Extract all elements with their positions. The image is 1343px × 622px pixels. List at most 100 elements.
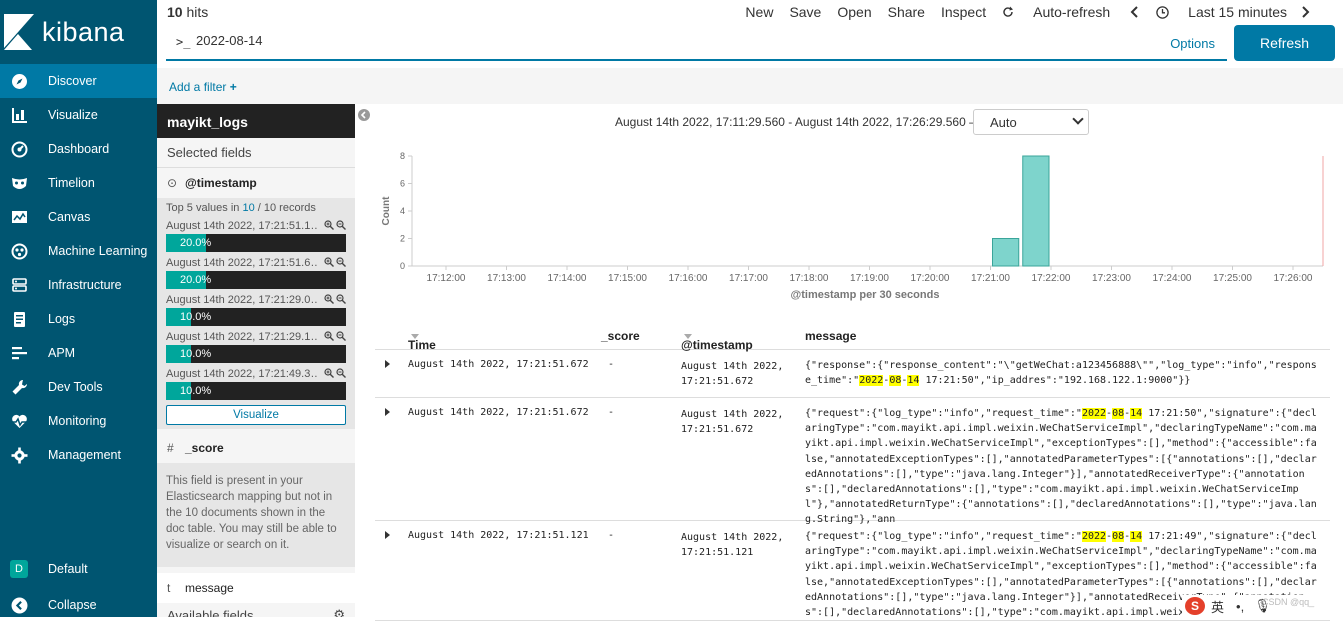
hits-count: 10 hits <box>167 4 209 20</box>
sidebar-item-machine-learning[interactable]: Machine Learning <box>0 234 157 268</box>
top-value-percent: 10.0% <box>180 311 212 323</box>
x-tick-label: 17:12:00 <box>427 273 466 284</box>
sidebar-item-label: Canvas <box>48 210 91 224</box>
field-name: message <box>185 581 234 595</box>
col-message-header[interactable]: message <box>805 329 856 343</box>
time-back-button[interactable] <box>1130 6 1142 18</box>
field-timestamp[interactable]: ⊙ @timestamp <box>157 168 355 198</box>
punctuation-icon[interactable]: •, <box>1236 599 1244 614</box>
space-badge: D <box>10 560 28 578</box>
nav-list: Discover Visualize Dashboard Timelion Canvas… <box>0 64 157 472</box>
filter-out-value-icon[interactable] <box>336 368 346 378</box>
sidebar-item-infrastructure[interactable]: Infrastructure <box>0 268 157 302</box>
sidebar-item-dashboard[interactable]: Dashboard <box>0 132 157 166</box>
top-value-row: August 14th 2022, 17:21:29.0… 10.0% <box>166 294 346 326</box>
timelion-mask-icon <box>10 174 28 192</box>
cell-timestamp: August 14th 2022, 17:21:51.121 <box>681 532 784 558</box>
filter-out-value-icon[interactable] <box>336 294 346 304</box>
sidebar-item-visualize[interactable]: Visualize <box>0 98 157 132</box>
refresh-button[interactable]: Refresh <box>1234 25 1335 61</box>
col-time-header[interactable]: Time <box>408 329 436 352</box>
menu-share[interactable]: Share <box>888 4 925 20</box>
expand-row-icon[interactable] <box>385 408 390 416</box>
filter-for-value-icon[interactable] <box>324 368 334 378</box>
sidebar-item-label: Infrastructure <box>48 278 122 292</box>
cell-time: August 14th 2022, 17:21:51.672 <box>408 359 589 370</box>
time-forward-button[interactable] <box>1301 6 1313 18</box>
sidebar-item-timelion[interactable]: Timelion <box>0 166 157 200</box>
space-label: Default <box>48 562 88 576</box>
wrench-icon <box>10 378 28 396</box>
y-tick-label: 4 <box>400 206 405 216</box>
logs-icon <box>10 310 28 328</box>
filter-out-value-icon[interactable] <box>336 220 346 230</box>
filter-for-value-icon[interactable] <box>324 257 334 267</box>
doc-table-header: Time _score @timestamp message <box>375 320 1330 352</box>
field-details-timestamp: Top 5 values in 10 / 10 records August 1… <box>157 198 355 429</box>
top5-summary: Top 5 values in 10 / 10 records <box>166 202 316 214</box>
expand-row-icon[interactable] <box>385 360 390 368</box>
time-picker[interactable]: Last 15 minutes <box>1156 4 1287 20</box>
top-value-row: August 14th 2022, 17:21:29.1… 10.0% <box>166 331 346 363</box>
sidebar-item-dev-tools[interactable]: Dev Tools <box>0 370 157 404</box>
add-filter-button[interactable]: Add a filter + <box>169 80 237 94</box>
interval-value: Auto <box>990 115 1017 130</box>
query-prompt-icon: >_ <box>176 35 191 49</box>
kibana-logo[interactable]: kibana <box>0 0 157 64</box>
top-value-percent: 10.0% <box>180 348 212 360</box>
visualize-button[interactable]: Visualize <box>166 405 346 425</box>
field-message[interactable]: t message <box>157 573 355 603</box>
table-row[interactable]: August 14th 2022, 17:21:51.672 - August 14… <box>375 350 1330 398</box>
sidebar-item-management[interactable]: Management <box>0 438 157 472</box>
filter-for-value-icon[interactable] <box>324 331 334 341</box>
table-row[interactable]: August 14th 2022, 17:21:51.672 - August 14… <box>375 398 1330 525</box>
x-axis-label: @timestamp per 30 seconds <box>791 289 940 301</box>
interval-select[interactable]: Auto <box>973 109 1089 135</box>
menu-inspect[interactable]: Inspect <box>941 4 986 20</box>
field-score[interactable]: # _score <box>157 433 355 463</box>
index-pattern-selector[interactable]: mayikt_logs <box>157 104 355 138</box>
menu-open[interactable]: Open <box>837 4 871 20</box>
top-value-percent: 20.0% <box>180 237 212 249</box>
ime-mode[interactable]: 英 <box>1211 597 1224 616</box>
refresh-icon <box>1003 6 1014 17</box>
search-input[interactable] <box>196 33 1096 48</box>
sidebar-item-label: Dashboard <box>48 142 110 156</box>
top-values-list: August 14th 2022, 17:21:51.1… 20.0% August… <box>166 220 346 400</box>
sidebar-item-logs[interactable]: Logs <box>0 302 157 336</box>
histogram-bar <box>992 238 1020 267</box>
top-value-row: August 14th 2022, 17:21:51.6… 20.0% <box>166 257 346 289</box>
arrow-left-circle-icon <box>10 596 28 614</box>
y-tick-label: 6 <box>400 179 405 189</box>
col-timestamp-header[interactable]: @timestamp <box>681 329 753 352</box>
filter-for-value-icon[interactable] <box>324 220 334 230</box>
infrastructure-icon <box>10 276 28 294</box>
filter-for-value-icon[interactable] <box>324 294 334 304</box>
x-tick-label: 17:15:00 <box>608 273 647 284</box>
sogou-icon[interactable]: S <box>1185 597 1205 615</box>
space-selector[interactable]: D Default <box>0 552 157 586</box>
histogram-time-range: August 14th 2022, 17:11:29.560 - August … <box>615 115 982 129</box>
sidebar-item-canvas[interactable]: Canvas <box>0 200 157 234</box>
col-score-header[interactable]: _score <box>601 329 640 343</box>
query-options-link[interactable]: Options <box>1170 36 1215 51</box>
sidebar-item-apm[interactable]: APM <box>0 336 157 370</box>
sidebar-item-label: Dev Tools <box>48 380 103 394</box>
auto-refresh-button[interactable]: Auto-refresh <box>1002 4 1110 20</box>
y-tick-label: 2 <box>400 234 405 244</box>
sidebar-item-discover[interactable]: Discover <box>0 64 157 98</box>
gear-icon[interactable]: ⚙ <box>333 607 345 617</box>
x-tick-label: 17:26:00 <box>1274 273 1313 284</box>
top-menu: New Save Open Share Inspect Auto-refresh… <box>729 4 1313 20</box>
menu-save[interactable]: Save <box>789 4 821 20</box>
filter-out-value-icon[interactable] <box>336 331 346 341</box>
cell-score: - <box>608 530 615 541</box>
sidebar-item-monitoring[interactable]: Monitoring <box>0 404 157 438</box>
expand-row-icon[interactable] <box>385 531 390 539</box>
top-value-row: August 14th 2022, 17:21:51.1… 20.0% <box>166 220 346 252</box>
chevron-left-icon <box>1130 6 1138 18</box>
filter-out-value-icon[interactable] <box>336 257 346 267</box>
menu-new[interactable]: New <box>745 4 773 20</box>
auto-refresh-label: Auto-refresh <box>1033 4 1111 20</box>
collapse-sidebar-icon[interactable] <box>358 109 370 121</box>
